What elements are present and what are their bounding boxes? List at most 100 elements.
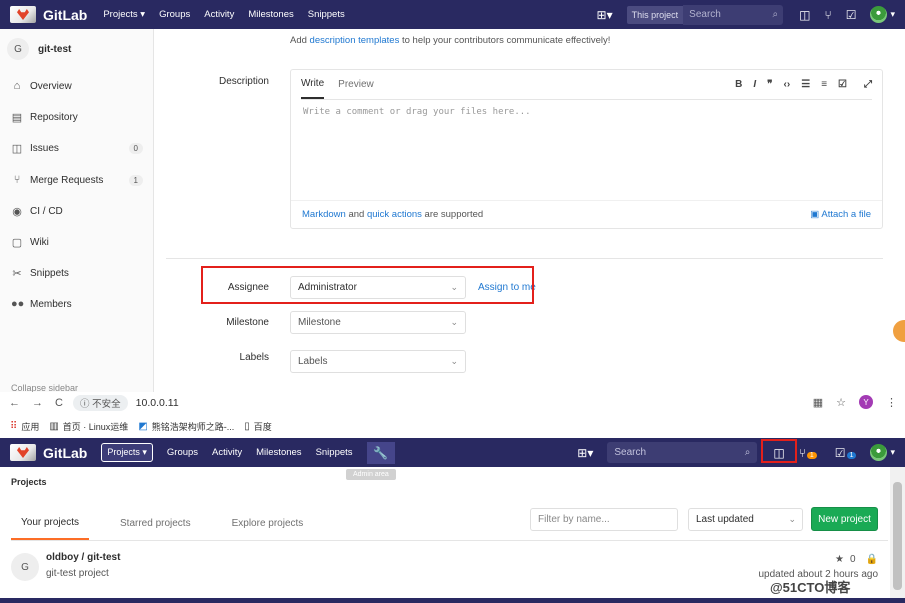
task-list-icon[interactable]: ☑	[838, 79, 847, 90]
insecure-label: 不安全	[92, 399, 121, 410]
sidebar-item-wiki[interactable]: ▢ Wiki	[11, 236, 143, 249]
quick-actions-link[interactable]: quick actions	[367, 209, 422, 220]
nav-projects-button[interactable]: Projects ▾	[101, 443, 153, 462]
merge-request-icon: ⑂	[798, 445, 806, 460]
fullscreen-icon[interactable]: ⤢	[864, 79, 872, 90]
merge-requests-button[interactable]: ⑂ 1	[799, 446, 817, 460]
quote-icon[interactable]: ❞	[767, 79, 772, 90]
bookmark-label: 首页 · Linux运维	[62, 422, 129, 432]
numbered-list-icon[interactable]: ≡	[821, 79, 827, 90]
menu-icon[interactable]: ⋮	[886, 396, 897, 409]
bookmark-architect[interactable]: ◩ 熊铭浩架构师之路-...	[138, 420, 234, 433]
tab-explore-projects[interactable]: Explore projects	[222, 508, 314, 539]
mr-badge: 1	[806, 451, 817, 459]
project-title-link[interactable]: oldboy / git-test	[46, 552, 120, 563]
code-icon[interactable]: ‹›	[784, 79, 791, 90]
description-editor[interactable]: Write Preview B I ❞ ‹› ☰ ≡ ☑ ⤢ Write a c…	[290, 69, 883, 229]
sidebar-item-label: Wiki	[30, 237, 49, 248]
project-sidebar: G git-test ⌂ Overview ▤ Repository ◫ Issues…	[0, 29, 154, 393]
scrollbar-thumb[interactable]	[893, 482, 902, 590]
nav-activity[interactable]: Activity	[204, 9, 234, 20]
project-description: git-test project	[46, 568, 109, 579]
gitlab-logo[interactable]: GitLab	[10, 6, 87, 23]
attach-file-button[interactable]: ▣ Attach a file	[810, 209, 871, 220]
wiki-icon: ▢	[11, 237, 23, 249]
address-bar-row: ← → C ⓘ 不安全 10.0.0.11 ▦ ☆ Y ⋮	[0, 392, 905, 414]
search-input[interactable]: Search ⌕	[683, 4, 784, 25]
breadcrumb[interactable]: Projects	[11, 477, 47, 487]
todo-icon[interactable]: ☑	[846, 8, 857, 22]
bullet-list-icon[interactable]: ☰	[801, 79, 810, 90]
chevron-down-icon[interactable]: ▾	[890, 9, 895, 20]
gitlab-logo[interactable]: GitLab	[10, 444, 87, 461]
tab-preview[interactable]: Preview	[338, 71, 374, 98]
nav-snippets[interactable]: Snippets	[316, 447, 353, 458]
description-textarea[interactable]: Write a comment or drag your files here.…	[303, 107, 531, 117]
labels-value: Labels	[298, 356, 328, 367]
scissors-icon: ✂	[12, 268, 22, 280]
bookmark-baidu[interactable]: ▯ 百度	[244, 420, 272, 433]
labels-select[interactable]: Labels ⌄	[290, 350, 466, 373]
sidebar-item-members[interactable]: ●● Members	[11, 298, 143, 310]
sidebar-item-overview[interactable]: ⌂ Overview	[11, 80, 143, 92]
search-scope-badge[interactable]: This project	[626, 5, 684, 24]
merge-request-icon[interactable]: ⑂	[825, 8, 832, 22]
user-avatar[interactable]	[870, 444, 888, 461]
bookmark-linux[interactable]: ▥ 首页 · Linux运维	[49, 420, 128, 433]
filter-by-name-input[interactable]: Filter by name...	[530, 508, 678, 531]
forward-icon[interactable]: →	[32, 397, 46, 409]
sidebar-item-merge-requests[interactable]: ⑂ Merge Requests 1	[11, 174, 143, 186]
labels-label: Labels	[239, 352, 269, 363]
tab-your-projects[interactable]: Your projects	[11, 507, 89, 540]
nav-milestones[interactable]: Milestones	[248, 9, 293, 20]
sidebar-item-snippets[interactable]: ✂ Snippets	[11, 267, 143, 280]
bold-icon[interactable]: B	[735, 79, 742, 90]
sort-value: Last updated	[696, 514, 754, 525]
todo-button[interactable]: ☑ 1	[835, 446, 857, 460]
chevron-down-icon[interactable]: ▾	[890, 447, 895, 458]
browser-chrome: ← → C ⓘ 不安全 10.0.0.11 ▦ ☆ Y ⋮ ⠿ 应用 ▥ 首页 · …	[0, 392, 905, 438]
issues-icon[interactable]: ◫	[799, 8, 810, 22]
plus-icon[interactable]: ⊞▾	[577, 446, 593, 460]
tab-write[interactable]: Write	[301, 70, 325, 99]
plus-icon[interactable]: ⊞▾	[597, 8, 613, 22]
star-icon[interactable]: ☆	[836, 396, 846, 409]
info-icon: ⓘ	[80, 399, 93, 410]
markdown-link[interactable]: Markdown	[302, 209, 346, 220]
sidebar-project-header[interactable]: G git-test	[0, 29, 153, 69]
sidebar-item-ci-cd[interactable]: ◉ CI / CD	[11, 205, 143, 218]
nav-milestones[interactable]: Milestones	[256, 447, 301, 458]
star-count: 0	[849, 554, 856, 565]
translate-icon[interactable]: ▦	[813, 396, 823, 409]
new-project-button[interactable]: New project	[811, 507, 878, 531]
project-stats: ★ 0 🔒	[835, 554, 878, 565]
profile-avatar[interactable]: Y	[859, 395, 873, 409]
back-icon[interactable]: ←	[9, 397, 23, 409]
project-tabs: Your projects Starred projects Explore p…	[11, 505, 334, 541]
bookmark-apps[interactable]: ⠿ 应用	[10, 420, 39, 433]
admin-area-button[interactable]: 🔧	[366, 441, 395, 464]
tanuki-icon	[10, 444, 36, 461]
sidebar-item-repository[interactable]: ▤ Repository	[11, 111, 143, 124]
watermark-text: @51CTO博客	[770, 580, 851, 595]
bookmark-label: 百度	[253, 422, 272, 432]
url-field[interactable]: 10.0.0.11	[136, 397, 179, 409]
user-avatar[interactable]	[870, 6, 888, 23]
footer-text: and	[345, 209, 367, 220]
reload-icon[interactable]: C	[55, 397, 69, 409]
project-name: git-test	[38, 43, 72, 55]
italic-icon[interactable]: I	[753, 79, 756, 90]
search-input[interactable]: Search ⌕	[607, 442, 758, 463]
project-row[interactable]: G oldboy / git-test git-test project ★ 0 🔒…	[11, 549, 888, 589]
nav-projects[interactable]: Projects ▾	[103, 9, 145, 20]
milestone-select[interactable]: Milestone ⌄	[290, 311, 466, 334]
description-templates-link[interactable]: description templates	[310, 35, 400, 46]
nav-groups[interactable]: Groups	[159, 9, 190, 20]
nav-groups[interactable]: Groups	[167, 447, 198, 458]
nav-activity[interactable]: Activity	[212, 447, 242, 458]
security-indicator[interactable]: ⓘ 不安全	[73, 395, 128, 411]
tab-starred-projects[interactable]: Starred projects	[110, 508, 201, 539]
nav-snippets[interactable]: Snippets	[308, 9, 345, 20]
sidebar-item-issues[interactable]: ◫ Issues 0	[11, 142, 143, 155]
sort-select[interactable]: Last updated ⌄	[688, 508, 803, 531]
